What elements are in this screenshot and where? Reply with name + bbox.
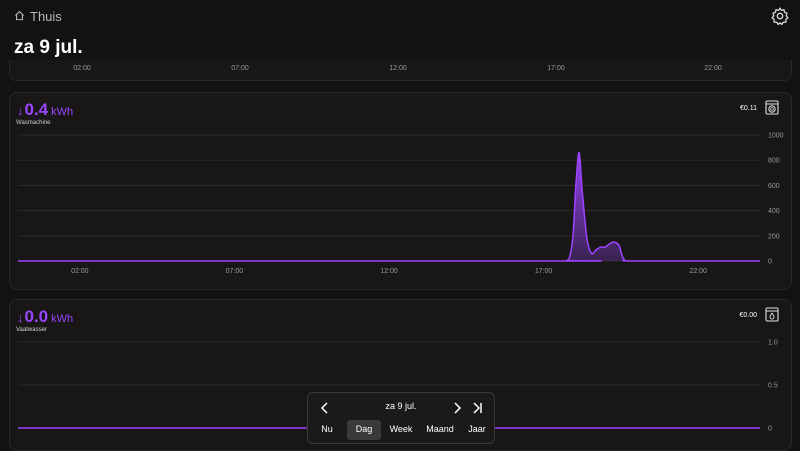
- series-line: [18, 151, 760, 262]
- x-tick-label: 22:00: [689, 268, 707, 275]
- x-tick-label: 07:00: [226, 268, 244, 275]
- timeline-tick: 17:00: [547, 65, 565, 72]
- power-chart: 1000 800 600 400 200 0 02:00 07:00 12:00 17:00 22:…: [18, 133, 784, 275]
- home-breadcrumb[interactable]: Thuis: [14, 9, 62, 24]
- tab-maand[interactable]: Maand: [421, 420, 459, 440]
- y-tick-label: 400: [768, 208, 780, 215]
- timeline-tick: 12:00: [389, 65, 407, 72]
- gear-icon[interactable]: [770, 6, 790, 26]
- tab-week[interactable]: Week: [383, 420, 419, 440]
- home-icon: [14, 9, 25, 24]
- x-tick-label: 12:00: [380, 268, 398, 275]
- y-tick-label: 600: [768, 183, 780, 190]
- page-title: za 9 jul.: [14, 37, 83, 58]
- y-tick-label: 0.5: [768, 383, 778, 390]
- x-tick-label: 17:00: [535, 268, 553, 275]
- x-tick-label: 02:00: [71, 268, 89, 275]
- y-tick-label: 800: [768, 158, 780, 165]
- home-label: Thuis: [30, 9, 62, 24]
- tab-dag[interactable]: Dag: [347, 420, 381, 440]
- y-tick-label: 0: [768, 259, 772, 266]
- timeline-tick: 07:00: [231, 65, 249, 72]
- y-tick-label: 0: [768, 426, 772, 433]
- top-bar: Thuis: [0, 0, 800, 32]
- device-card-wasmachine[interactable]: ↓ 0.4 kWh Wasmachine €0.11 1000 800 600 400…: [9, 92, 792, 290]
- series-area: [18, 152, 760, 261]
- selected-date: za 9 jul.: [385, 401, 417, 411]
- date-navigation: za 9 jul. Nu Dag Week Maand Jaar: [307, 392, 495, 444]
- timeline-strip: 02:00 07:00 12:00 17:00 22:00: [9, 60, 792, 81]
- chevron-right-icon[interactable]: [448, 399, 466, 417]
- tab-nu[interactable]: Nu: [309, 420, 345, 440]
- period-tabs: Nu Dag Week Maand Jaar: [308, 420, 494, 440]
- y-tick-label: 1.0: [768, 340, 778, 347]
- y-tick-label: 1000: [768, 133, 784, 140]
- y-tick-label: 200: [768, 233, 780, 240]
- timeline-tick: 22:00: [704, 65, 722, 72]
- skip-to-end-icon[interactable]: [468, 399, 486, 417]
- timeline-tick: 02:00: [73, 65, 91, 72]
- tab-jaar[interactable]: Jaar: [461, 420, 493, 440]
